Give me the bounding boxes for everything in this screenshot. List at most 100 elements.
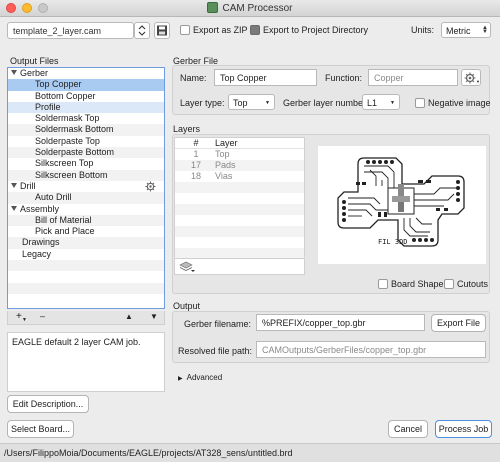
output-files-tree[interactable]: Gerber Top Copper Bottom Copper Profile … [7, 67, 165, 309]
tree-item-drill[interactable]: Drill [8, 181, 164, 192]
gerber-layer-value: L1 [367, 98, 378, 108]
function-label: Function: [325, 73, 363, 83]
negative-image-check-box[interactable] [415, 98, 425, 108]
template-file-combo[interactable]: template_2_layer.cam [7, 22, 134, 39]
negative-image-checkbox[interactable]: Negative image [415, 98, 491, 108]
tree-item-solderpaste-top[interactable]: Solderpaste Top [8, 136, 164, 147]
template-file-name: template_2_layer.cam [13, 26, 102, 36]
units-value: Metric [446, 26, 471, 36]
tree-item-solderpaste-bottom[interactable]: Solderpaste Bottom [8, 147, 164, 159]
tree-item-top-copper[interactable]: Top Copper [8, 79, 164, 91]
tree-empty-row [8, 271, 164, 282]
layer-filter-bar [174, 258, 305, 275]
add-output-button[interactable]: + [16, 311, 22, 322]
move-down-button[interactable]: ▼ [150, 312, 158, 321]
gear-icon [464, 72, 476, 84]
select-board-button[interactable]: Select Board... [7, 420, 74, 438]
resolved-path-field: CAMOutputs/GerberFiles/copper_top.gbr [256, 341, 486, 358]
layers-table[interactable]: # Layer 1 Top 17 Pads 18 Vias [174, 137, 305, 259]
disclosure-triangle-icon: ▶ [178, 376, 183, 382]
board-path-status: /Users/FilippoMoia/Documents/EAGLE/proje… [0, 443, 500, 462]
expand-triangle-icon[interactable] [11, 70, 17, 75]
layers-header: Layers [173, 124, 201, 134]
export-project-dir-check-box[interactable] [250, 25, 260, 35]
board-shape-checkbox[interactable]: Board Shape [378, 279, 444, 289]
save-template-button[interactable] [154, 22, 170, 39]
tree-item-drawings[interactable]: Drawings [8, 237, 164, 249]
board-path-text: /Users/FilippoMoia/Documents/EAGLE/proje… [4, 448, 293, 458]
name-input[interactable]: Top Copper [214, 69, 317, 86]
layers-table-header: # Layer [175, 138, 304, 149]
expand-triangle-icon[interactable] [11, 182, 17, 188]
name-value: Top Copper [220, 73, 267, 83]
layer-row-empty [175, 193, 304, 204]
units-select[interactable]: Metric ▲ ▼ [441, 22, 491, 38]
edit-description-button[interactable]: Edit Description... [7, 395, 89, 413]
expand-triangle-icon[interactable] [11, 205, 17, 211]
export-file-button[interactable]: Export File [431, 314, 486, 332]
layer-type-label: Layer type: [180, 98, 225, 108]
tree-item-legacy[interactable]: Legacy [8, 249, 164, 260]
tree-item-auto-drill[interactable]: Auto Drill [8, 192, 164, 204]
layer-row-empty [175, 237, 304, 248]
template-dropdown-button[interactable] [134, 22, 150, 39]
layer-row[interactable]: 17 Pads [175, 160, 304, 171]
advanced-toggle[interactable]: ▶ Advanced [178, 373, 222, 382]
tree-item-pick-and-place[interactable]: Pick and Place [8, 226, 164, 237]
gerber-layer-select[interactable]: L1 ▼ [362, 94, 400, 110]
export-project-dir-label: Export to Project Directory [263, 25, 369, 35]
move-up-button[interactable]: ▲ [125, 312, 133, 321]
process-job-button[interactable]: Process Job [435, 420, 492, 438]
output-files-header: Output Files [10, 56, 59, 66]
gear-icon[interactable] [145, 181, 156, 192]
gerber-filename-input[interactable]: %PREFIX/copper_top.gbr [256, 314, 425, 331]
tree-item-silkscreen-bottom[interactable]: Silkscreen Bottom [8, 169, 164, 181]
function-input[interactable]: Copper [368, 69, 458, 86]
layer-num-header: # [193, 138, 199, 148]
tree-item-bottom-copper[interactable]: Bottom Copper [8, 91, 164, 102]
tree-item-assembly[interactable]: Assembly [8, 204, 164, 215]
layer-row-empty [175, 226, 304, 237]
tree-empty-row [8, 282, 164, 294]
export-zip-checkbox[interactable]: Export as ZIP [180, 25, 248, 35]
window-title: CAM Processor [222, 3, 293, 14]
tree-controls-bar: + ▼ – ▲ ▼ [7, 311, 165, 325]
layers-stack-icon[interactable] [179, 261, 195, 273]
cutouts-check-box[interactable] [444, 279, 454, 289]
cancel-button[interactable]: Cancel [388, 420, 428, 438]
save-icon [157, 25, 167, 36]
export-zip-check-box[interactable] [180, 25, 190, 35]
units-label: Units: [411, 25, 435, 35]
layer-row-empty [175, 204, 304, 215]
tree-item-silkscreen-top[interactable]: Silkscreen Top [8, 158, 164, 169]
resolved-path-value: CAMOutputs/GerberFiles/copper_top.gbr [262, 345, 427, 355]
window-title-group: CAM Processor [0, 2, 500, 14]
units-updown-icon: ▲ ▼ [482, 25, 488, 35]
board-shape-check-box[interactable] [378, 279, 388, 289]
tree-item-profile[interactable]: Profile [8, 101, 164, 114]
pcb-preview: FIL 3DD [318, 146, 486, 264]
add-dropdown-icon[interactable]: ▼ [22, 317, 27, 323]
description-box[interactable]: EAGLE default 2 layer CAM job. [7, 332, 165, 392]
tree-item-gerber[interactable]: Gerber [8, 68, 164, 79]
template-dropdown-icon [138, 25, 146, 36]
cutouts-label: Cutouts [457, 279, 489, 289]
function-settings-button[interactable]: ▼ [461, 69, 481, 86]
layer-row[interactable]: 18 Vias [175, 171, 304, 182]
chevron-down-icon: ▼ [476, 79, 480, 84]
layer-name-header: Layer [215, 138, 238, 148]
gerber-filename-value: %PREFIX/copper_top.gbr [262, 318, 366, 328]
chevron-down-icon: ▼ [265, 100, 270, 106]
resolved-path-label: Resolved file path: [178, 346, 253, 356]
function-placeholder: Copper [374, 73, 404, 83]
export-project-dir-checkbox[interactable]: Export to Project Directory [250, 25, 368, 35]
layer-row[interactable]: 1 Top [175, 149, 304, 160]
cutouts-checkbox[interactable]: Cutouts [444, 279, 488, 289]
remove-output-button[interactable]: – [40, 311, 45, 321]
tree-item-soldermask-top[interactable]: Soldermask Top [8, 113, 164, 124]
layer-type-select[interactable]: Top ▼ [228, 94, 275, 110]
tree-item-bill-of-material[interactable]: Bill of Material [8, 214, 164, 227]
title-bar: CAM Processor [0, 0, 500, 17]
tree-item-soldermask-bottom[interactable]: Soldermask Bottom [8, 124, 164, 136]
negative-image-label: Negative image [428, 98, 491, 108]
